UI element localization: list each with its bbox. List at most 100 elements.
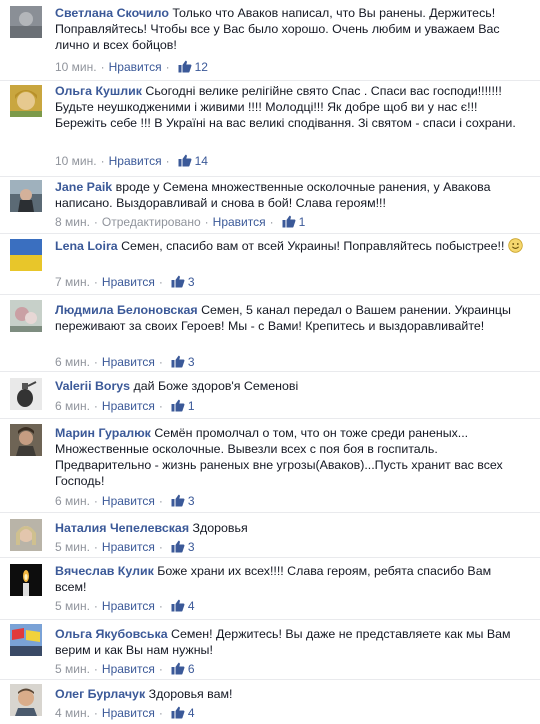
thumbs-up-icon (171, 662, 185, 675)
timestamp[interactable]: 4 мин. (55, 706, 90, 720)
comment-meta: 7 мин. · Нравится · 3 (55, 275, 195, 289)
comment: Ольга Кушлик Сьогодні велике релігійне с… (0, 81, 540, 176)
thumbs-up-icon (171, 494, 185, 507)
like-count[interactable]: 3 (188, 355, 195, 369)
like-button[interactable]: Нравится (102, 599, 155, 613)
like-count[interactable]: 12 (195, 60, 208, 74)
avatar[interactable] (10, 684, 42, 716)
comment-meta: 6 мин. · Нравится · 1 (55, 399, 195, 413)
author-name[interactable]: Lena Loira (55, 239, 118, 253)
comment-body: Lena Loira Семен, спасибо вам от всей Ук… (55, 238, 526, 254)
comment-body: Олег Бурлачук Здоровья вам! (55, 686, 526, 702)
thumbs-up-icon (171, 599, 185, 612)
like-button[interactable]: Нравится (102, 662, 155, 676)
timestamp[interactable]: 7 мин. (55, 275, 90, 289)
timestamp[interactable]: 6 мин. (55, 355, 90, 369)
author-name[interactable]: Jane Paik (55, 180, 112, 194)
timestamp[interactable]: 5 мин. (55, 540, 90, 554)
comment-body: Jane Paik вроде у Семена множественные о… (55, 179, 526, 211)
avatar[interactable] (10, 85, 42, 117)
timestamp[interactable]: 5 мин. (55, 662, 90, 676)
comment: Олег Бурлачук Здоровья вам! 4 мин. · Нрави… (0, 680, 540, 724)
comment-text: Семен, спасибо вам от всей Украины! Попр… (121, 239, 505, 253)
like-count[interactable]: 1 (299, 215, 306, 229)
thumbs-up-icon (178, 60, 192, 73)
thumbs-up-icon (171, 275, 185, 288)
comment-meta: 6 мин. · Нравится · 3 (55, 494, 195, 508)
comment-body: Ольга Кушлик Сьогодні велике релігійне с… (55, 83, 526, 131)
like-count[interactable]: 3 (188, 275, 195, 289)
author-name[interactable]: Олег Бурлачук (55, 687, 145, 701)
like-count[interactable]: 3 (188, 540, 195, 554)
author-name[interactable]: Valerii Borys (55, 379, 130, 393)
avatar[interactable] (10, 624, 42, 656)
avatar[interactable] (10, 239, 42, 271)
comment-body: Ольга Якубовська Семен! Держитесь! Вы да… (55, 626, 526, 658)
avatar[interactable] (10, 424, 42, 456)
avatar[interactable] (10, 378, 42, 410)
author-name[interactable]: Вячеслав Кулик (55, 564, 154, 578)
timestamp[interactable]: 10 мин. (55, 154, 97, 168)
comment-body: Вячеслав Кулик Боже храни их всех!!!! Сл… (55, 563, 526, 595)
like-button[interactable]: Нравится (213, 215, 266, 229)
thumbs-up-icon (171, 355, 185, 368)
timestamp[interactable]: 10 мин. (55, 60, 97, 74)
comment-meta: 5 мин. · Нравится · 6 (55, 662, 195, 676)
author-name[interactable]: Людмила Белоновская (55, 303, 198, 317)
like-count[interactable]: 14 (195, 154, 208, 168)
like-button[interactable]: Нравится (102, 355, 155, 369)
avatar[interactable] (10, 300, 42, 332)
comment-meta: 10 мин. · Нравится · 14 (55, 154, 208, 168)
like-button[interactable]: Нравится (102, 540, 155, 554)
thumbs-up-icon (171, 540, 185, 553)
like-count[interactable]: 3 (188, 494, 195, 508)
like-button[interactable]: Нравится (102, 494, 155, 508)
comment-meta: 5 мин. · Нравится · 4 (55, 599, 195, 613)
comment-text: вроде у Семена множественные осколочные … (55, 180, 491, 210)
thumbs-up-icon (178, 154, 192, 167)
timestamp[interactable]: 5 мин. (55, 599, 90, 613)
avatar[interactable] (10, 6, 42, 38)
timestamp[interactable]: 8 мин. (55, 215, 90, 229)
like-button[interactable]: Нравится (109, 60, 162, 74)
smile-emoji-icon (508, 238, 523, 253)
comment-meta: 8 мин. · Отредактировано · Нравится · 1 (55, 215, 306, 229)
comment-body: Людмила Белоновская Семен, 5 канал перед… (55, 302, 526, 334)
thumbs-up-icon (171, 706, 185, 719)
like-button[interactable]: Нравится (102, 706, 155, 720)
author-name[interactable]: Наталия Чепелевская (55, 521, 189, 535)
comment: Наталия Чепелевская Здоровья 5 мин. · Нрав… (0, 513, 540, 557)
author-name[interactable]: Ольга Кушлик (55, 84, 142, 98)
like-count[interactable]: 4 (188, 599, 195, 613)
comment-meta: 10 мин. · Нравится · 12 (55, 60, 208, 74)
comment-body: Valerii Borys дай Боже здоров'я Семенові (55, 378, 526, 394)
comment: Людмила Белоновская Семен, 5 канал перед… (0, 295, 540, 371)
author-name[interactable]: Марин Гуралюк (55, 426, 151, 440)
thumbs-up-icon (171, 399, 185, 412)
thumbs-up-icon (282, 215, 296, 228)
like-button[interactable]: Нравится (102, 275, 155, 289)
like-count[interactable]: 1 (188, 399, 195, 413)
comment: Lena Loira Семен, спасибо вам от всей Ук… (0, 234, 540, 294)
comment-body: Наталия Чепелевская Здоровья (55, 520, 526, 536)
comment: Вячеслав Кулик Боже храни их всех!!!! Сл… (0, 558, 540, 619)
like-count[interactable]: 6 (188, 662, 195, 676)
timestamp[interactable]: 6 мин. (55, 494, 90, 508)
like-button[interactable]: Нравится (102, 399, 155, 413)
edited-label[interactable]: Отредактировано (102, 215, 201, 229)
author-name[interactable]: Светлана Скочило (55, 6, 169, 20)
comment-text: Здоровья вам! (148, 687, 233, 701)
avatar[interactable] (10, 564, 42, 596)
comment-meta: 4 мин. · Нравится · 4 (55, 706, 195, 720)
author-name[interactable]: Ольга Якубовська (55, 627, 168, 641)
comment: Светлана Скочило Только что Аваков напис… (0, 0, 540, 80)
like-count[interactable]: 4 (188, 706, 195, 720)
comment: Valerii Borys дай Боже здоров'я Семенові… (0, 372, 540, 418)
avatar[interactable] (10, 519, 42, 551)
like-button[interactable]: Нравится (109, 154, 162, 168)
comment: Ольга Якубовська Семен! Держитесь! Вы да… (0, 620, 540, 679)
comment-list: Светлана Скочило Только что Аваков напис… (0, 0, 540, 724)
timestamp[interactable]: 6 мин. (55, 399, 90, 413)
avatar[interactable] (10, 180, 42, 212)
comment: Jane Paik вроде у Семена множественные о… (0, 177, 540, 233)
